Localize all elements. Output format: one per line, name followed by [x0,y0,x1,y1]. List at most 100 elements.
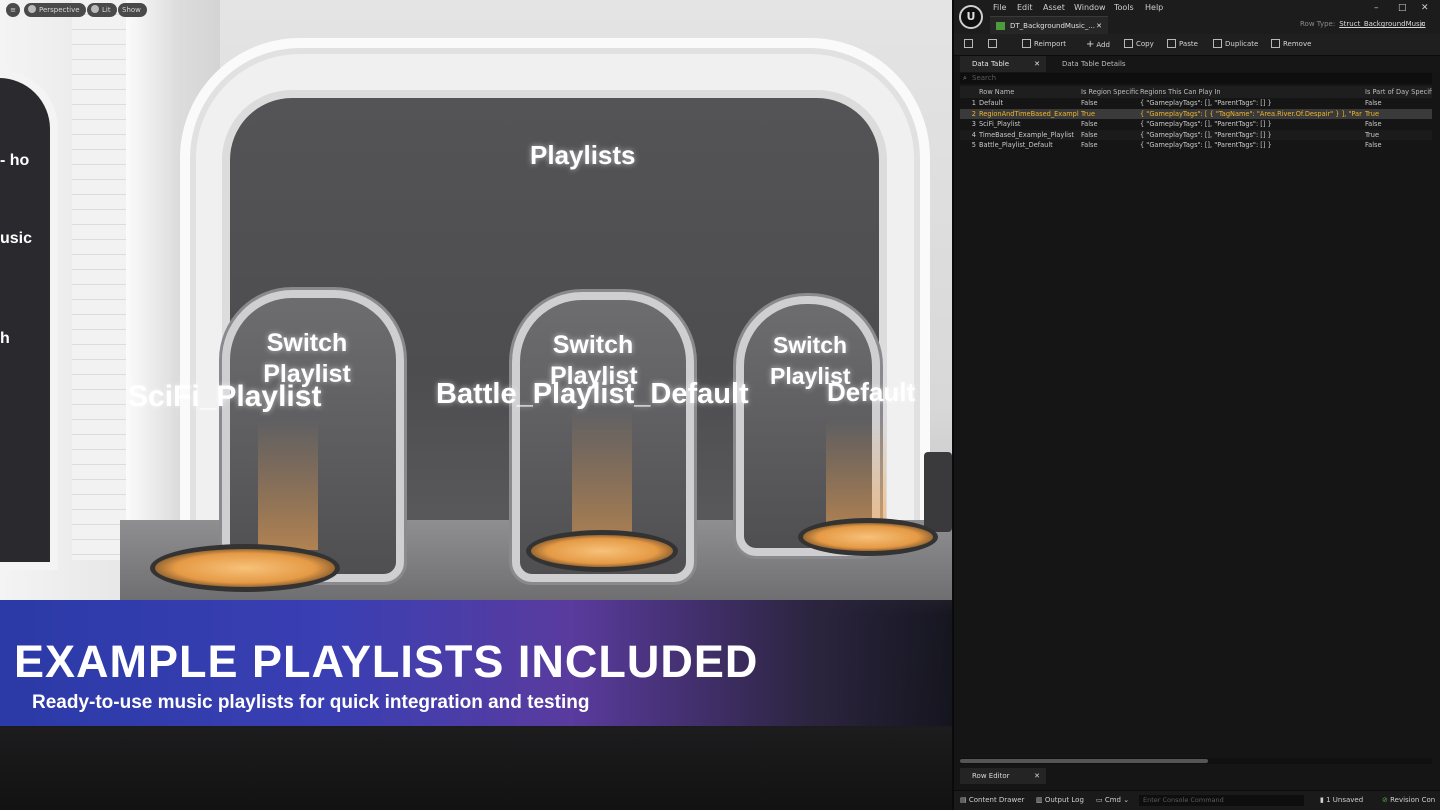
maximize-icon[interactable]: □ [1398,3,1407,13]
reimport-button[interactable]: Reimport [1022,39,1066,48]
table-row-selected[interactable]: 2 RegionAndTimeBased_Example True { "Gam… [960,108,1432,120]
menu-file[interactable]: File [993,3,1006,12]
scene-left-screen [0,70,58,570]
col-header-row-name[interactable]: Row Name [979,86,1079,98]
viewport-menu-button[interactable]: ≡ [6,3,20,17]
cell-regions: { "GameplayTags": [], "ParentTags": [] } [1140,99,1272,107]
col-header-region-specific[interactable]: Is Region Specific [1081,86,1139,98]
search-placeholder: Search [972,74,997,82]
close-window-icon[interactable]: ✕ [1421,3,1429,13]
console-input[interactable]: Enter Console Command [1139,795,1304,806]
cell-index: 3 [971,120,976,129]
playlist-pad-1[interactable] [150,544,340,592]
table-header: Row Name Is Region Specific Regions This… [960,86,1432,98]
show-button[interactable]: Show [118,3,147,17]
playlist-name-2: Battle_Playlist_Default [436,378,749,410]
chevron-down-icon: ⌄ [1121,796,1130,804]
cell-region-specific: False [1081,141,1098,150]
lit-icon [91,5,99,13]
copy-button[interactable]: Copy [1124,39,1154,48]
drawer-icon: ▤ [960,796,969,804]
cell-day-specific: True [1365,130,1380,139]
row-type-label: Row Type: [1300,20,1336,28]
console-placeholder: Enter Console Command [1143,796,1224,804]
editor-titlebar: U File Edit Asset Window Tools Help – □ … [954,0,1440,34]
scene-pillar [126,0,172,560]
duplicate-icon [1213,39,1222,48]
cmd-dropdown[interactable]: ▭ Cmd ⌄ [1096,796,1129,804]
horizontal-scrollbar[interactable] [960,758,1432,764]
log-icon: ▥ [1036,796,1045,804]
remove-button[interactable]: Remove [1271,39,1311,48]
output-log-button[interactable]: ▥ Output Log [1036,796,1084,804]
browse-icon[interactable] [988,39,997,48]
close-tab-icon[interactable]: ✕ [1034,768,1040,784]
status-bar: ▤ Content Drawer ▥ Output Log ▭ Cmd ⌄ En… [954,790,1440,810]
perspective-label: Perspective [39,6,80,14]
scene-title: Playlists [530,140,636,170]
table-row[interactable]: 3 SciFi_Playlist False { "GameplayTags":… [960,119,1432,130]
content-drawer-label: Content Drawer [968,796,1025,804]
cell-regions: { "GameplayTags": [], "ParentTags": [] } [1140,120,1272,129]
lit-button[interactable]: Lit [87,3,117,17]
playlist-pad-2[interactable] [526,530,678,572]
cell-region-specific: False [1081,120,1098,129]
save-icon[interactable] [964,39,973,48]
document-tab[interactable]: DT_BackgroundMusic_... ✕ [990,16,1108,34]
col-header-day-specific[interactable]: Is Part of Day Specific [1365,86,1432,98]
table-row[interactable]: 1 Default False { "GameplayTags": [], "P… [960,98,1432,109]
perspective-button[interactable]: Perspective [24,3,86,17]
scrollbar-thumb[interactable] [960,759,1208,763]
level-viewport[interactable]: - ho usic h Playlists Switch Playlist Sw… [0,0,952,810]
scene-brick-wall [72,0,132,560]
unreal-logo-icon[interactable]: U [959,5,983,29]
tab-row-editor[interactable]: Row Editor ✕ [960,768,1046,784]
tab-data-table-details[interactable]: Data Table Details [1062,56,1126,72]
table-row[interactable]: 4 TimeBased_Example_Playlist False { "Ga… [960,129,1432,141]
add-label: Add [1096,41,1110,49]
cell-regions: { "GameplayTags": [], "ParentTags": [] } [1140,141,1272,150]
close-tab-icon[interactable]: ✕ [1034,56,1040,72]
menu-asset[interactable]: Asset [1043,3,1065,12]
left-screen-text-1: - ho [0,152,30,169]
duplicate-label: Duplicate [1225,40,1259,48]
cell-regions: { "GameplayTags": [ { "TagName": "Area.R… [1140,109,1362,118]
tab-data-table[interactable]: Data Table ✕ [960,56,1046,72]
scene-right-post [924,452,952,532]
app-root: - ho usic h Playlists Switch Playlist Sw… [0,0,1440,810]
search-icon[interactable]: ⌕ [1420,17,1426,31]
menu-help[interactable]: Help [1145,3,1163,12]
cell-row-name: TimeBased_Example_Playlist [979,130,1075,139]
plus-icon: + [1086,39,1095,50]
cell-day-specific: False [1365,141,1382,150]
close-tab-icon[interactable]: ✕ [1096,17,1102,35]
playlist-pad-3[interactable] [798,518,938,556]
paste-button[interactable]: Paste [1167,39,1198,48]
perspective-icon [28,5,36,13]
col-header-regions[interactable]: Regions This Can Play In [1140,86,1362,98]
cell-row-name: Battle_Playlist_Default [979,141,1053,150]
unsaved-indicator[interactable]: ▮ 1 Unsaved [1320,796,1363,804]
editor-toolbar: Reimport + Add Copy Paste Duplicate Remov… [954,34,1440,56]
duplicate-button[interactable]: Duplicate [1213,39,1258,48]
content-drawer-button[interactable]: ▤ Content Drawer [960,796,1024,804]
menu-edit[interactable]: Edit [1017,3,1033,12]
left-screen-text-2: usic [0,230,33,247]
search-icon: ⌕ [963,74,967,82]
table-row[interactable]: 5 Battle_Playlist_Default False { "Gamep… [960,140,1432,151]
cmd-label: Cmd [1104,796,1121,804]
cell-index: 1 [971,99,976,107]
menu-window[interactable]: Window [1074,3,1106,12]
row-editor-label: Row Editor [972,772,1010,780]
playlist-name-1: SciFi_Playlist [128,380,322,413]
minimize-icon[interactable]: – [1374,3,1379,13]
menu-tools[interactable]: Tools [1114,3,1134,12]
search-input[interactable]: ⌕ Search [960,73,1432,84]
revision-label: Revision Con [1390,796,1436,804]
paste-label: Paste [1179,40,1198,48]
revision-control-button[interactable]: ⊘ Revision Con [1382,796,1435,804]
add-button[interactable]: + Add [1086,39,1110,50]
data-table-grid: Row Name Is Region Specific Regions This… [960,86,1432,151]
banner-subtitle: Ready-to-use music playlists for quick i… [32,692,590,713]
row-type-link[interactable]: Struct_BackgroundMusic [1339,20,1425,28]
